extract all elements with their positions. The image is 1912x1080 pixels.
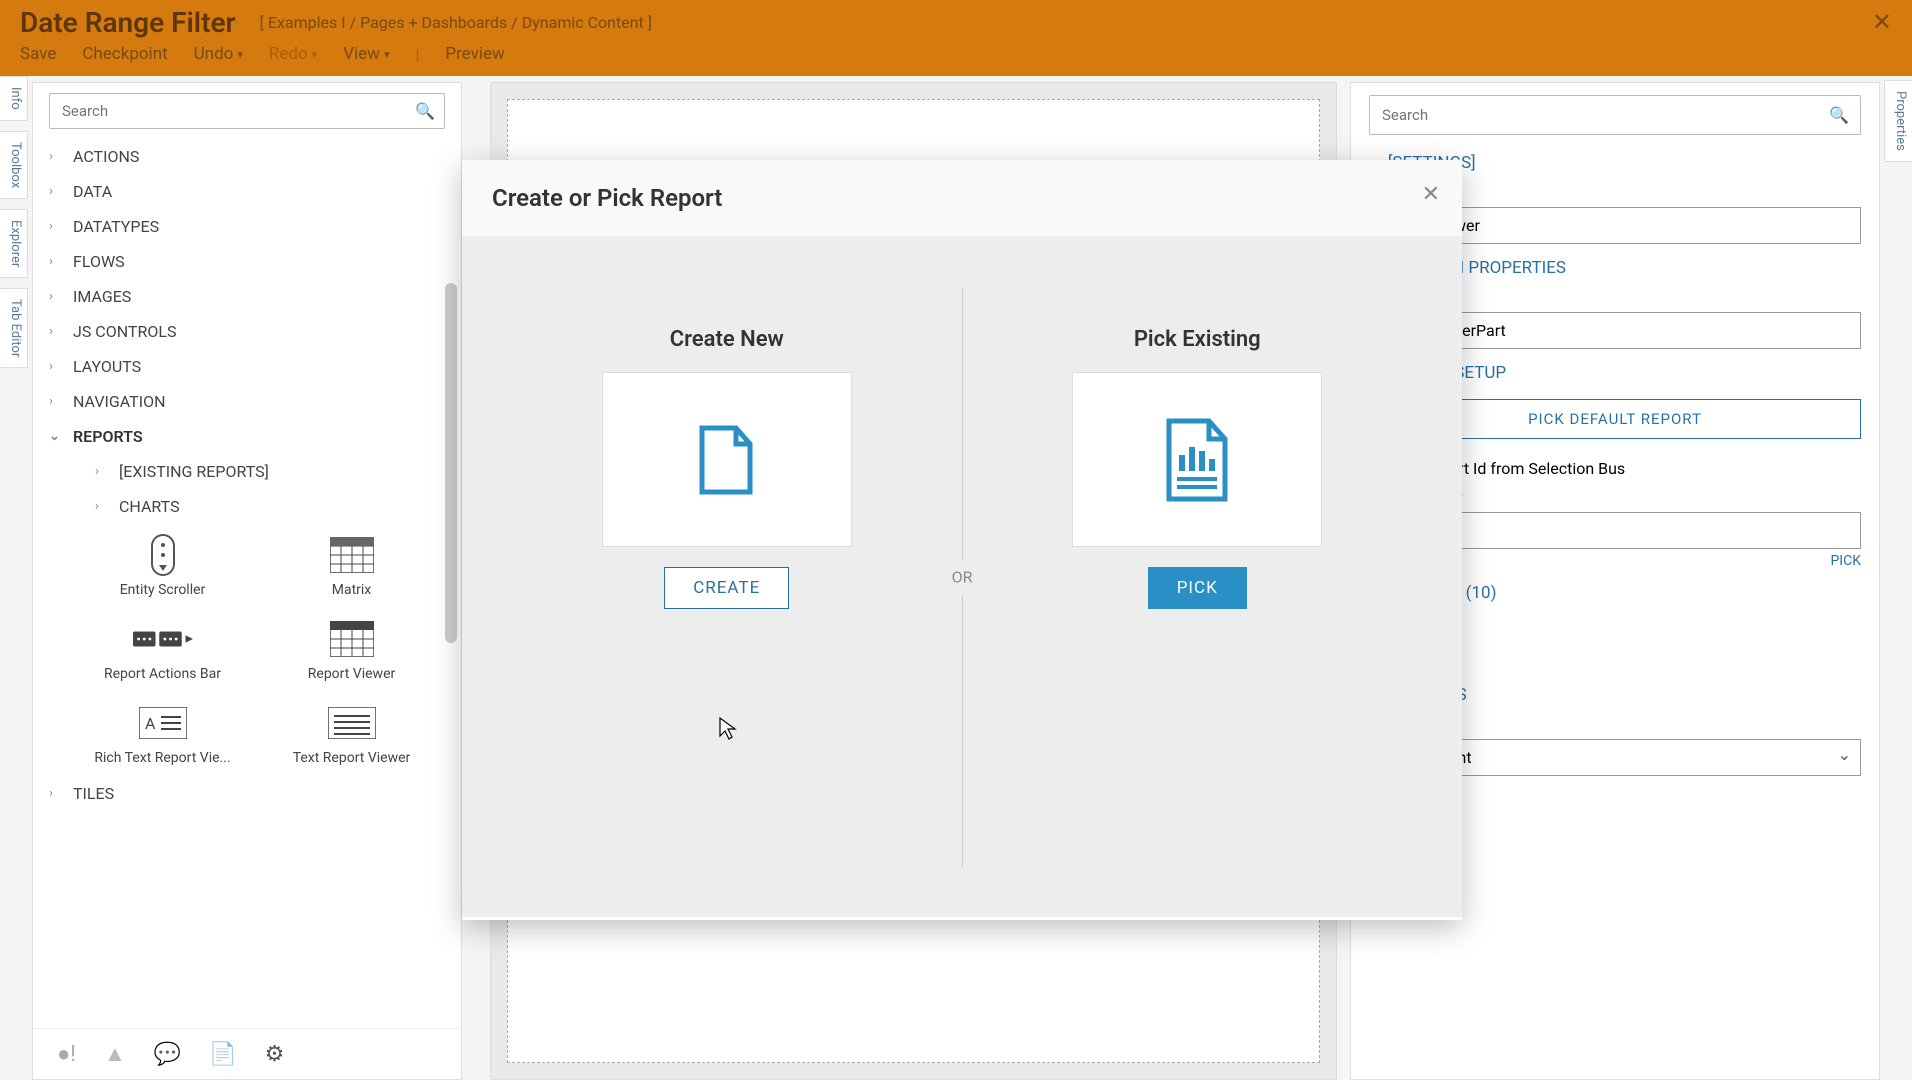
tool-label: Report Actions Bar <box>104 666 221 682</box>
chevron-right-icon: › <box>95 499 99 514</box>
checkpoint-button[interactable]: Checkpoint <box>82 44 167 64</box>
separator: | <box>415 45 419 64</box>
tab-toolbox[interactable]: Toolbox <box>0 131 28 199</box>
gear-icon[interactable]: ⚙ <box>265 1042 285 1067</box>
tree-datatypes[interactable]: ›DATATYPES <box>33 209 461 244</box>
tab-properties[interactable]: Properties <box>1884 80 1912 162</box>
scrollbar[interactable] <box>445 283 457 643</box>
chevron-right-icon: › <box>49 359 53 374</box>
tool-label: Report Viewer <box>308 666 395 682</box>
chevron-down-icon: ▾ <box>384 48 390 61</box>
tree-data[interactable]: ›DATA <box>33 174 461 209</box>
tab-explorer[interactable]: Explorer <box>0 209 28 278</box>
chevron-right-icon: › <box>49 324 53 339</box>
tool-label: Rich Text Report Vie... <box>94 750 230 766</box>
warning-icon[interactable]: ▲ <box>104 1041 126 1067</box>
tool-matrix[interactable]: Matrix <box>262 534 441 598</box>
rich-text-icon: A <box>133 702 193 744</box>
tree-charts[interactable]: ›CHARTS <box>61 489 461 524</box>
tree-existing-reports[interactable]: ›[EXISTING REPORTS] <box>61 454 461 489</box>
modal-separator: OR <box>962 287 963 867</box>
matrix-icon <box>322 534 382 576</box>
tree-reports[interactable]: ⌄REPORTS <box>33 419 461 454</box>
tool-label: Text Report Viewer <box>293 750 411 766</box>
tree-navigation[interactable]: ›NAVIGATION <box>33 384 461 419</box>
tool-report-actions-bar[interactable]: Report Actions Bar <box>73 618 252 682</box>
tool-rich-text-report-viewer[interactable]: A Rich Text Report Vie... <box>73 702 252 766</box>
chevron-right-icon: › <box>49 184 53 199</box>
chevron-right-icon: › <box>49 254 53 269</box>
text-report-icon <box>322 702 382 744</box>
left-side-tabs: Info Toolbox Explorer Tab Editor <box>0 76 28 368</box>
bottom-toolbar: ●! ▲ 💬 📄 ⚙ <box>33 1028 461 1079</box>
search-icon[interactable]: 🔍 <box>1829 106 1849 125</box>
tree-tiles[interactable]: ›TILES <box>33 776 461 811</box>
create-new-title: Create New <box>670 327 784 352</box>
page-title: Date Range Filter <box>20 6 236 39</box>
svg-text:A: A <box>145 714 156 733</box>
pick-existing-column: Pick Existing PICK <box>963 287 1433 867</box>
tool-entity-scroller[interactable]: Entity Scroller <box>73 534 252 598</box>
tool-text-report-viewer[interactable]: Text Report Viewer <box>262 702 441 766</box>
document-icon[interactable]: 📄 <box>209 1042 236 1067</box>
pick-existing-title: Pick Existing <box>1134 327 1261 352</box>
view-button[interactable]: View▾ <box>343 44 389 64</box>
save-button[interactable]: Save <box>20 44 56 64</box>
tab-info[interactable]: Info <box>0 76 28 121</box>
tree-layouts[interactable]: ›LAYOUTS <box>33 349 461 384</box>
tab-editor[interactable]: Tab Editor <box>0 288 28 368</box>
chevron-down-icon: ⌄ <box>49 429 60 444</box>
or-label: OR <box>946 560 979 595</box>
create-button[interactable]: CREATE <box>664 567 789 609</box>
toolbox-tree: ›ACTIONS ›DATA ›DATATYPES ›FLOWS ›IMAGES… <box>33 139 461 1028</box>
chevron-right-icon: › <box>95 464 99 479</box>
tree-js-controls[interactable]: ›JS CONTROLS <box>33 314 461 349</box>
chevron-down-icon: ▾ <box>237 48 243 61</box>
report-document-icon <box>1157 415 1237 505</box>
undo-button[interactable]: Undo▾ <box>194 44 243 64</box>
tree-actions[interactable]: ›ACTIONS <box>33 139 461 174</box>
properties-search-input[interactable] <box>1369 95 1861 135</box>
chevron-right-icon: › <box>49 149 53 164</box>
breadcrumb: [ Examples I / Pages + Dashboards / Dyna… <box>260 13 652 32</box>
main-toolbar: Save Checkpoint Undo▾ Redo▾ View▾ | Prev… <box>0 36 1912 72</box>
modal-close-icon[interactable]: ✕ <box>1422 182 1440 207</box>
chevron-right-icon: › <box>49 394 53 409</box>
chevron-right-icon: › <box>49 219 53 234</box>
create-new-card[interactable] <box>602 372 852 547</box>
tree-flows[interactable]: ›FLOWS <box>33 244 461 279</box>
chat-icon[interactable]: 💬 <box>154 1042 181 1067</box>
pick-button[interactable]: PICK <box>1148 567 1247 609</box>
close-icon[interactable]: ✕ <box>1872 8 1892 36</box>
app-header: Date Range Filter [ Examples I / Pages +… <box>0 0 1912 76</box>
toolbox-panel: 🔍 ›ACTIONS ›DATA ›DATATYPES ›FLOWS ›IMAG… <box>32 82 462 1080</box>
chevron-right-icon: › <box>49 289 53 304</box>
modal-title: Create or Pick Report <box>492 184 1432 212</box>
chevron-right-icon: › <box>49 786 53 801</box>
search-icon[interactable]: 🔍 <box>415 102 435 121</box>
chevron-down-icon: ▾ <box>312 48 318 61</box>
tool-label: Matrix <box>332 582 372 598</box>
alert-icon[interactable]: ●! <box>57 1041 76 1067</box>
redo-button[interactable]: Redo▾ <box>269 44 317 64</box>
entity-scroller-icon <box>133 534 193 576</box>
pick-existing-card[interactable] <box>1072 372 1322 547</box>
new-document-icon <box>692 420 762 500</box>
report-actions-bar-icon <box>133 618 193 660</box>
report-viewer-icon <box>322 618 382 660</box>
toolbox-search-input[interactable] <box>49 93 445 129</box>
tool-label: Entity Scroller <box>120 582 206 598</box>
preview-button[interactable]: Preview <box>445 44 504 64</box>
create-new-column: Create New CREATE <box>492 287 962 867</box>
tree-images[interactable]: ›IMAGES <box>33 279 461 314</box>
create-or-pick-modal: Create or Pick Report ✕ Create New CREAT… <box>462 160 1462 920</box>
tool-report-viewer[interactable]: Report Viewer <box>262 618 441 682</box>
